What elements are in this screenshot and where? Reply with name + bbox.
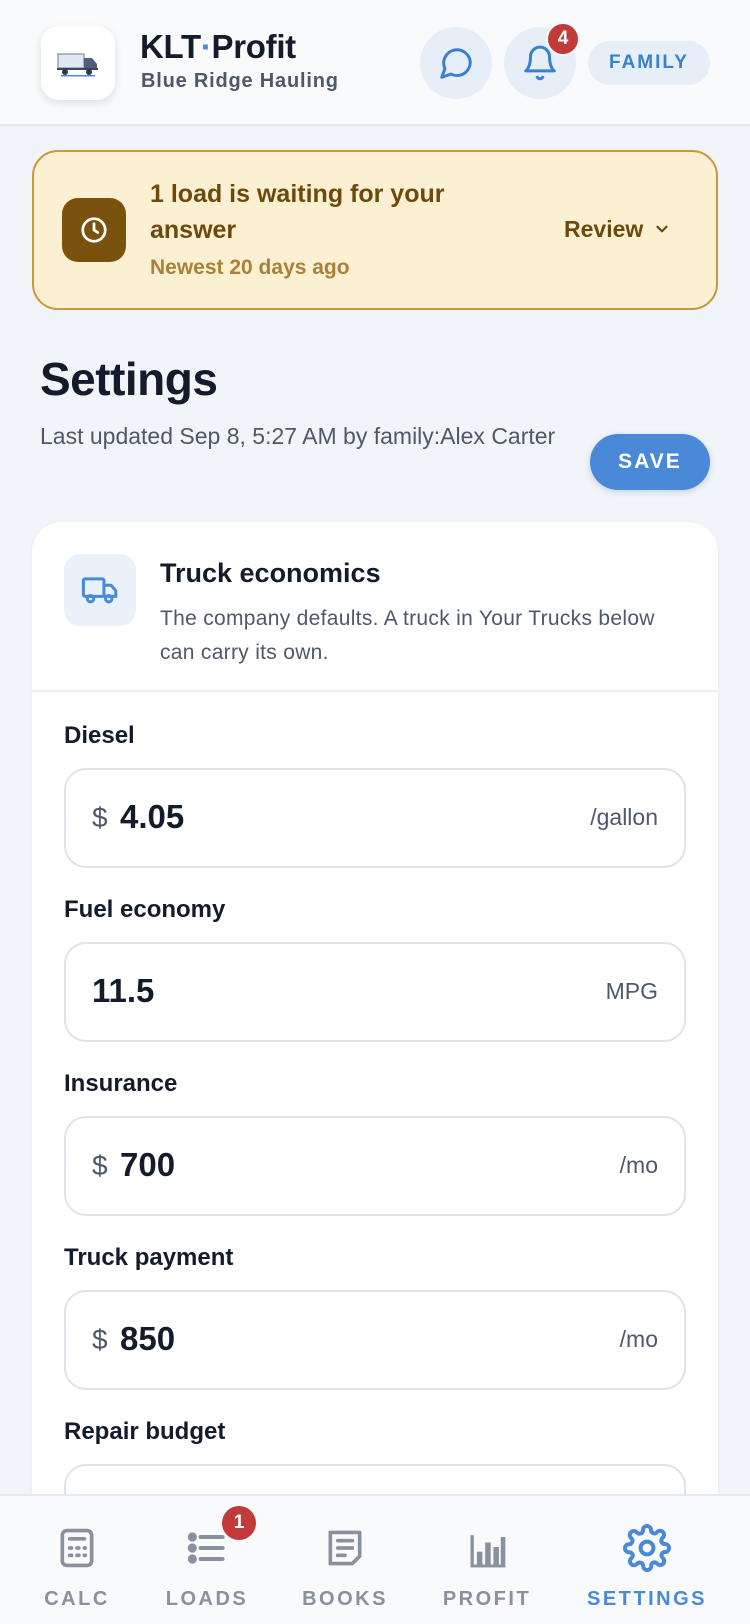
bottom-nav: CALC LOADS BOOKS PROFIT SETTINGS xyxy=(0,1494,750,1624)
insurance-label: Insurance xyxy=(64,1070,178,1097)
card-title: Truck economics xyxy=(160,558,381,588)
list-icon xyxy=(187,1532,225,1564)
insurance-currency: $ xyxy=(92,1150,108,1181)
clock-icon xyxy=(81,217,107,243)
fuel-economy-unit: MPG xyxy=(605,978,658,1004)
card-description: The company defaults. A truck in Your Tr… xyxy=(160,607,655,664)
messages-button[interactable] xyxy=(420,27,492,99)
chevron-down-icon xyxy=(656,225,668,233)
pending-load-alert[interactable]: 1 load is waiting for your answer Newest… xyxy=(32,150,718,310)
nav-loads-label: LOADS xyxy=(165,1588,249,1610)
diesel-label: Diesel xyxy=(64,722,135,749)
nav-calc[interactable]: CALC xyxy=(40,1496,114,1624)
truck-payment-input[interactable]: $ 850 /mo xyxy=(64,1290,686,1390)
insurance-value: 700 xyxy=(120,1146,176,1183)
card-icon-tile xyxy=(64,554,136,626)
repair-budget-label: Repair budget xyxy=(64,1418,226,1445)
nav-calc-label: CALC xyxy=(44,1588,110,1610)
truck-payment-currency: $ xyxy=(92,1324,108,1355)
app-header: KLT·Profit Blue Ridge Hauling 4 FAMILY xyxy=(0,0,750,126)
alert-subtitle: Newest 20 days ago xyxy=(150,256,350,279)
save-button[interactable]: SAVE xyxy=(590,434,710,490)
insurance-unit: /mo xyxy=(619,1152,658,1178)
review-label: Review xyxy=(564,215,644,242)
truck-payment-value: 850 xyxy=(120,1320,176,1357)
insurance-input[interactable]: $ 700 /mo xyxy=(64,1116,686,1216)
bar-chart-icon xyxy=(470,1535,506,1568)
truck-payment-label: Truck payment xyxy=(64,1244,234,1271)
diesel-unit: /gallon xyxy=(590,804,658,830)
truck-economics-card: Truck economics The company defaults. A … xyxy=(32,522,718,1624)
last-updated-text: Last updated Sep 8, 5:27 AM by family:Al… xyxy=(40,423,556,449)
app-title-dot: · xyxy=(200,28,212,65)
gear-icon xyxy=(623,1524,671,1572)
diesel-currency: $ xyxy=(92,802,108,833)
page-title: Settings xyxy=(40,353,218,405)
nav-books[interactable]: BOOKS xyxy=(302,1496,388,1624)
chat-bubble-icon xyxy=(440,48,472,79)
fuel-economy-input[interactable]: 11.5 MPG xyxy=(64,942,686,1042)
notification-count-badge: 4 xyxy=(546,22,580,56)
card-divider xyxy=(32,690,718,692)
nav-books-label: BOOKS xyxy=(302,1588,388,1610)
nav-profit-label: PROFIT xyxy=(442,1588,532,1610)
calculator-icon xyxy=(60,1528,94,1568)
ledger-icon xyxy=(328,1530,362,1566)
review-button[interactable]: Review xyxy=(564,212,671,246)
truck-payment-unit: /mo xyxy=(619,1326,658,1352)
nav-settings[interactable]: SETTINGS xyxy=(587,1496,708,1624)
truck-logo-icon xyxy=(57,53,98,77)
company-name: Blue Ridge Hauling xyxy=(141,70,339,92)
alert-clock-badge xyxy=(62,198,126,262)
alert-title: 1 load is waiting for your answer xyxy=(150,180,445,244)
role-badge[interactable]: FAMILY xyxy=(588,41,710,85)
fuel-economy-value: 11.5 xyxy=(92,972,155,1009)
diesel-input[interactable]: $ 4.05 /gallon xyxy=(64,768,686,868)
company-logo[interactable] xyxy=(41,26,115,100)
nav-profit[interactable]: PROFIT xyxy=(442,1496,532,1624)
app-title: KLT·Profit xyxy=(140,28,296,65)
truck-icon xyxy=(81,577,118,604)
nav-settings-label: SETTINGS xyxy=(587,1588,708,1610)
diesel-value: 4.05 xyxy=(120,798,185,835)
fuel-economy-label: Fuel economy xyxy=(64,896,226,923)
loads-count-badge: 1 xyxy=(222,1506,256,1540)
